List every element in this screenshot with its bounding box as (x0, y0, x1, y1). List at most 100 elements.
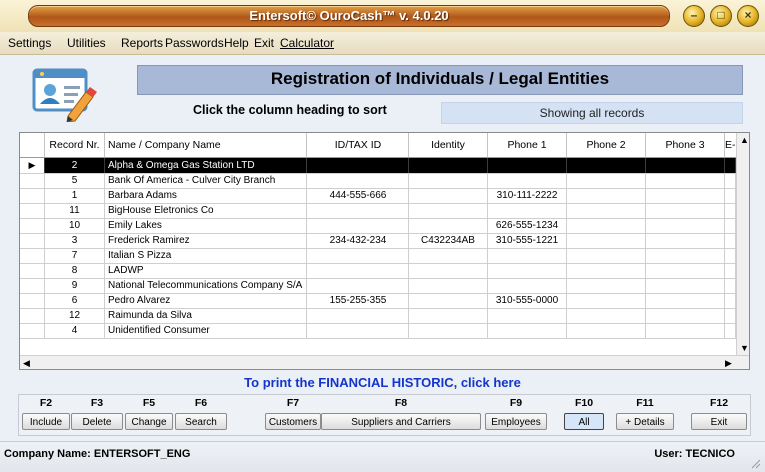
row-indicator[interactable] (20, 203, 45, 218)
cell-email[interactable] (725, 278, 736, 293)
table-row[interactable]: 8 LADWP (20, 263, 749, 279)
vertical-scrollbar[interactable]: ▲ ▼ (736, 133, 749, 355)
suppliers-and-carriers-button[interactable]: Suppliers and Carriers (321, 413, 481, 430)
row-indicator[interactable] (20, 263, 45, 278)
cell-email[interactable] (725, 233, 736, 248)
title-bar[interactable]: Entersoft© OuroCash™ v. 4.0.20 – □ × (0, 0, 765, 32)
cell-name[interactable]: Unidentified Consumer (105, 323, 307, 338)
cell-email[interactable] (725, 263, 736, 278)
table-row[interactable]: 5 Bank Of America - Culver City Branch (20, 173, 749, 189)
cell-phone1[interactable] (488, 173, 567, 188)
column-header-phone3[interactable]: Phone 3 (646, 133, 725, 157)
cell-tax-id[interactable]: 234-432-234 (308, 233, 409, 248)
cell-record-nr[interactable]: 2 (45, 158, 105, 173)
cell-tax-id[interactable] (308, 173, 409, 188)
minimize-button[interactable]: – (683, 5, 705, 27)
cell-phone3[interactable] (646, 293, 725, 308)
cell-record-nr[interactable]: 9 (45, 278, 105, 293)
cell-record-nr[interactable]: 12 (45, 308, 105, 323)
cell-record-nr[interactable]: 11 (45, 203, 105, 218)
row-indicator[interactable] (20, 293, 45, 308)
table-row[interactable]: 12 Raimunda da Silva (20, 308, 749, 324)
row-indicator[interactable] (20, 278, 45, 293)
cell-record-nr[interactable]: 5 (45, 173, 105, 188)
cell-phone2[interactable] (567, 203, 646, 218)
menu-utilities[interactable]: Utilities (67, 36, 106, 50)
scroll-down-icon[interactable]: ▼ (740, 343, 749, 353)
cell-phone2[interactable] (567, 248, 646, 263)
close-button[interactable]: × (737, 5, 759, 27)
cell-phone2[interactable] (567, 218, 646, 233)
cell-phone3[interactable] (646, 218, 725, 233)
column-header-tax-id[interactable]: ID/TAX ID (308, 133, 409, 157)
column-header-record[interactable]: Record Nr. (45, 133, 105, 157)
cell-phone1[interactable]: 310-111-2222 (488, 188, 567, 203)
scroll-right-icon[interactable]: ▶ (725, 358, 732, 368)
cell-tax-id[interactable] (308, 323, 409, 338)
cell-phone1[interactable] (488, 203, 567, 218)
cell-phone2[interactable] (567, 158, 646, 173)
cell-phone2[interactable] (567, 233, 646, 248)
change-button[interactable]: Change (125, 413, 173, 430)
cell-tax-id[interactable] (308, 278, 409, 293)
row-indicator[interactable] (20, 308, 45, 323)
cell-phone3[interactable] (646, 158, 725, 173)
column-header-phone1[interactable]: Phone 1 (488, 133, 567, 157)
scroll-up-icon[interactable]: ▲ (740, 135, 749, 145)
row-indicator[interactable] (20, 233, 45, 248)
exit-button[interactable]: Exit (691, 413, 747, 430)
cell-record-nr[interactable]: 3 (45, 233, 105, 248)
cell-phone2[interactable] (567, 323, 646, 338)
row-indicator[interactable]: ▶ (20, 158, 45, 173)
records-grid[interactable]: Record Nr. Name / Company Name ID/TAX ID… (19, 132, 750, 370)
cell-record-nr[interactable]: 8 (45, 263, 105, 278)
cell-phone2[interactable] (567, 308, 646, 323)
cell-email[interactable] (725, 158, 736, 173)
table-row[interactable]: 10 Emily Lakes 626-555-1234 (20, 218, 749, 234)
cell-name[interactable]: Emily Lakes (105, 218, 307, 233)
cell-record-nr[interactable]: 1 (45, 188, 105, 203)
print-financial-historic-link[interactable]: To print the FINANCIAL HISTORIC, click h… (0, 375, 765, 390)
cell-tax-id[interactable] (308, 158, 409, 173)
menu-settings[interactable]: Settings (8, 36, 51, 50)
cell-name[interactable]: Pedro Alvarez (105, 293, 307, 308)
cell-tax-id[interactable] (308, 218, 409, 233)
cell-record-nr[interactable]: 10 (45, 218, 105, 233)
cell-identity[interactable] (409, 218, 488, 233)
cell-email[interactable] (725, 293, 736, 308)
cell-name[interactable]: National Telecommunications Company S/A (105, 278, 307, 293)
maximize-button[interactable]: □ (710, 5, 732, 27)
cell-identity[interactable] (409, 173, 488, 188)
menu-calculator[interactable]: Calculator (280, 36, 334, 50)
cell-name[interactable]: Bank Of America - Culver City Branch (105, 173, 307, 188)
menu-help[interactable]: Help (224, 36, 249, 50)
cell-identity[interactable] (409, 323, 488, 338)
cell-tax-id[interactable] (308, 203, 409, 218)
cell-name[interactable]: Italian S Pizza (105, 248, 307, 263)
menu-exit[interactable]: Exit (254, 36, 274, 50)
column-header-identity[interactable]: Identity (409, 133, 488, 157)
cell-tax-id[interactable] (308, 308, 409, 323)
table-row[interactable]: 1 Barbara Adams 444-555-666 310-111-2222 (20, 188, 749, 204)
cell-email[interactable] (725, 218, 736, 233)
cell-phone3[interactable] (646, 263, 725, 278)
cell-identity[interactable] (409, 203, 488, 218)
cell-phone3[interactable] (646, 173, 725, 188)
cell-record-nr[interactable]: 4 (45, 323, 105, 338)
details-button[interactable]: + Details (616, 413, 674, 430)
cell-identity[interactable] (409, 188, 488, 203)
cell-phone3[interactable] (646, 233, 725, 248)
cell-identity[interactable]: C432234AB (409, 233, 488, 248)
cell-phone3[interactable] (646, 323, 725, 338)
scroll-left-icon[interactable]: ◀ (23, 358, 30, 368)
delete-button[interactable]: Delete (71, 413, 123, 430)
cell-phone1[interactable] (488, 263, 567, 278)
cell-phone3[interactable] (646, 278, 725, 293)
table-row[interactable]: 3 Frederick Ramirez 234-432-234 C432234AB 31… (20, 233, 749, 249)
cell-phone1[interactable]: 310-555-0000 (488, 293, 567, 308)
table-row[interactable]: 9 National Telecommunications Company S/A (20, 278, 749, 294)
row-indicator[interactable] (20, 188, 45, 203)
employees-button[interactable]: Employees (485, 413, 547, 430)
horizontal-scrollbar[interactable]: ◀ ▶ (20, 355, 749, 369)
menu-passwords[interactable]: Passwords (165, 36, 224, 50)
